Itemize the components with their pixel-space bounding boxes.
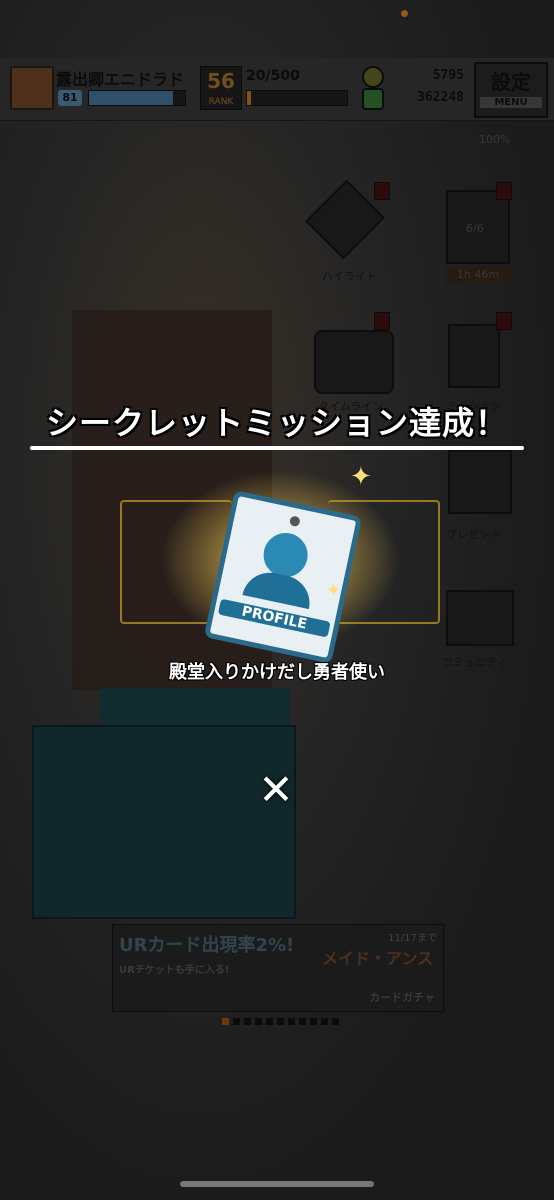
mission-complete-headline: シークレットミッション達成！ xyxy=(45,404,508,442)
sparkle-icon: ✦ xyxy=(350,462,372,492)
close-button[interactable]: ✕ xyxy=(254,768,298,812)
home-indicator[interactable] xyxy=(180,1181,374,1187)
profile-tag-label: PROFILE xyxy=(217,598,331,638)
tag-hole xyxy=(288,515,301,528)
person-body-icon xyxy=(242,567,315,610)
headline-underline xyxy=(30,446,524,450)
reward-name: 殿堂入りかけだし勇者使い xyxy=(169,662,385,683)
reward-display: PROFILE ✦ ✦ xyxy=(100,460,460,664)
sparkle-icon: ✦ xyxy=(326,580,342,601)
